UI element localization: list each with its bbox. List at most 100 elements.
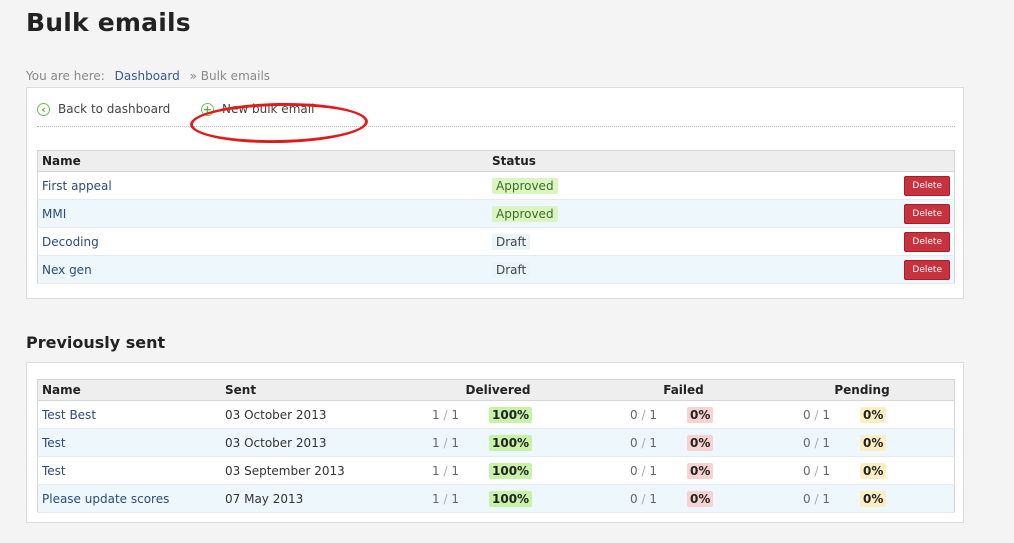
- delivered-total: 1: [451, 491, 459, 506]
- sent-panel: Name Sent Delivered Failed Pending Test …: [26, 362, 964, 523]
- sent-row: Test Best 03 October 2013 1 / 1 100% 0 / 1 0%…: [37, 400, 955, 429]
- column-header-actions: [886, 150, 955, 172]
- previously-sent-title: Previously sent: [26, 333, 166, 352]
- draft-name[interactable]: First appeal: [37, 171, 488, 200]
- delivered-count: 1: [432, 463, 440, 478]
- pending-fraction: 0 / 1: [803, 407, 830, 422]
- draft-row: First appeal Approved Delete: [37, 171, 955, 200]
- failed-cell: 0 / 1 0%: [597, 400, 770, 429]
- failed-cell: 0 / 1 0%: [597, 428, 770, 457]
- breadcrumb-separator: »: [189, 69, 197, 83]
- pending-fraction: 0 / 1: [803, 491, 830, 506]
- failed-count: 0: [630, 463, 638, 478]
- action-bar: ‹ Back to dashboard + New bulk email: [37, 100, 955, 145]
- draft-actions-cell: Delete: [886, 171, 955, 200]
- sent-date: 03 October 2013: [221, 400, 399, 429]
- draft-status-cell: Approved: [488, 171, 886, 200]
- pending-percent-badge: 0%: [860, 434, 887, 451]
- drafts-header-row: Name Status: [37, 150, 955, 172]
- pending-fraction: 0 / 1: [803, 435, 830, 450]
- failed-percent-badge: 0%: [687, 462, 714, 479]
- status-badge: Draft: [492, 233, 531, 250]
- delivered-total: 1: [451, 463, 459, 478]
- failed-fraction: 0 / 1: [630, 491, 657, 506]
- pending-count: 0: [803, 491, 811, 506]
- sent-name[interactable]: Test: [37, 428, 221, 457]
- column-header-name: Name: [37, 150, 488, 172]
- pending-percent-badge: 0%: [860, 490, 887, 507]
- sent-name[interactable]: Please update scores: [37, 484, 221, 513]
- failed-count: 0: [630, 407, 638, 422]
- status-badge: Approved: [492, 205, 558, 222]
- draft-actions-cell: Delete: [886, 255, 955, 284]
- failed-fraction: 0 / 1: [630, 435, 657, 450]
- delete-button[interactable]: Delete: [904, 231, 950, 252]
- sent-row: Test 03 September 2013 1 / 1 100% 0 / 1 0% 0 /…: [37, 456, 955, 485]
- pending-cell: 0 / 1 0%: [770, 456, 955, 485]
- breadcrumb-dashboard-link[interactable]: Dashboard: [115, 69, 180, 83]
- pending-total: 1: [822, 435, 830, 450]
- column-header-pending: Pending: [770, 379, 955, 401]
- failed-total: 1: [649, 463, 657, 478]
- failed-total: 1: [649, 407, 657, 422]
- pending-count: 0: [803, 463, 811, 478]
- sent-header-row: Name Sent Delivered Failed Pending: [37, 379, 955, 401]
- new-bulk-email-link[interactable]: + New bulk email: [201, 102, 314, 116]
- delete-button[interactable]: Delete: [904, 175, 950, 196]
- draft-status-cell: Approved: [488, 199, 886, 228]
- pending-total: 1: [822, 463, 830, 478]
- draft-name[interactable]: Decoding: [37, 227, 488, 256]
- failed-cell: 0 / 1 0%: [597, 484, 770, 513]
- sent-name[interactable]: Test: [37, 456, 221, 485]
- breadcrumb: You are here: Dashboard » Bulk emails: [26, 69, 270, 83]
- delivered-count: 1: [432, 435, 440, 450]
- column-header-name: Name: [37, 379, 221, 401]
- delivered-total: 1: [451, 435, 459, 450]
- draft-name[interactable]: Nex gen: [37, 255, 488, 284]
- delivered-fraction: 1 / 1: [432, 463, 459, 478]
- failed-total: 1: [649, 491, 657, 506]
- pending-percent-badge: 0%: [860, 406, 887, 423]
- back-to-dashboard-link[interactable]: ‹ Back to dashboard: [37, 102, 170, 116]
- delivered-fraction: 1 / 1: [432, 435, 459, 450]
- drafts-panel: ‹ Back to dashboard + New bulk email Nam…: [26, 87, 964, 299]
- delete-button[interactable]: Delete: [904, 259, 950, 280]
- sent-date: 03 September 2013: [221, 456, 399, 485]
- drafts-table: Name Status First appeal Approved Delete MM…: [37, 150, 955, 284]
- delete-button[interactable]: Delete: [904, 203, 950, 224]
- column-header-sent: Sent: [221, 379, 399, 401]
- failed-cell: 0 / 1 0%: [597, 456, 770, 485]
- draft-status-cell: Draft: [488, 227, 886, 256]
- breadcrumb-current: Bulk emails: [200, 69, 271, 83]
- arrow-left-circle-icon: ‹: [37, 102, 50, 116]
- sent-row: Please update scores 07 May 2013 1 / 1 100%…: [37, 484, 955, 513]
- failed-count: 0: [630, 435, 638, 450]
- status-badge: Approved: [492, 177, 558, 194]
- sent-row: Test 03 October 2013 1 / 1 100% 0 / 1 0% 0 / 1…: [37, 428, 955, 457]
- failed-fraction: 0 / 1: [630, 407, 657, 422]
- breadcrumb-prefix: You are here:: [26, 69, 105, 83]
- draft-row: MMI Approved Delete: [37, 199, 955, 228]
- draft-status-cell: Draft: [488, 255, 886, 284]
- plus-circle-icon: +: [201, 102, 214, 116]
- delivered-percent-badge: 100%: [489, 462, 533, 479]
- sent-date: 07 May 2013: [221, 484, 399, 513]
- column-header-failed: Failed: [597, 379, 770, 401]
- delivered-cell: 1 / 1 100%: [399, 484, 597, 513]
- sent-name[interactable]: Test Best: [37, 400, 221, 429]
- failed-percent-badge: 0%: [687, 406, 714, 423]
- pending-total: 1: [822, 407, 830, 422]
- delivered-cell: 1 / 1 100%: [399, 456, 597, 485]
- draft-name[interactable]: MMI: [37, 199, 488, 228]
- back-to-dashboard-label: Back to dashboard: [58, 102, 171, 116]
- column-header-status: Status: [488, 150, 886, 172]
- pending-cell: 0 / 1 0%: [770, 428, 955, 457]
- new-bulk-email-label: New bulk email: [222, 102, 315, 116]
- draft-row: Decoding Draft Delete: [37, 227, 955, 256]
- delivered-percent-badge: 100%: [489, 490, 533, 507]
- failed-total: 1: [649, 435, 657, 450]
- failed-count: 0: [630, 491, 638, 506]
- draft-actions-cell: Delete: [886, 199, 955, 228]
- delivered-count: 1: [432, 407, 440, 422]
- pending-fraction: 0 / 1: [803, 463, 830, 478]
